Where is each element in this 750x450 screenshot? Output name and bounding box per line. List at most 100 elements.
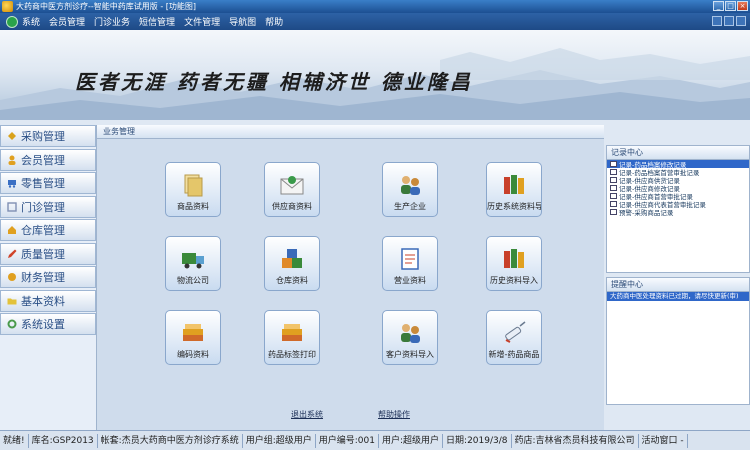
notice-panel: 提醒中心 大药商中医处理资料已过期，请尽快更新(审) xyxy=(606,277,750,405)
finance-icon xyxy=(8,273,16,281)
title-bar: 大药商中医方剂诊疗--智能中药库试用版 - [功能图] _ □ × xyxy=(0,0,750,13)
sidebar-item-members[interactable]: 会员管理 xyxy=(0,148,96,171)
sidebar-item-label: 系统设置 xyxy=(21,318,65,331)
menu-system[interactable]: 系统 xyxy=(22,15,40,28)
tile-legacy-system-import[interactable]: 历史系统资料导入 xyxy=(486,162,542,217)
help-operation-link[interactable]: 帮助操作 xyxy=(378,409,410,420)
tile-business-data[interactable]: 营业资料 xyxy=(382,236,438,291)
sidebar-item-label: 基本资料 xyxy=(21,294,65,308)
tile-product-data[interactable]: 商品资料 xyxy=(165,162,221,217)
tile-coding-data[interactable]: 编码资料 xyxy=(165,310,221,365)
tile-warehouse-data[interactable]: 仓库资料 xyxy=(264,236,320,291)
tile-label: 仓库资料 xyxy=(276,276,308,285)
sidebar-item-label: 质量管理 xyxy=(21,247,65,261)
mdi-controls xyxy=(712,16,746,26)
truck-icon xyxy=(182,253,204,269)
sidebar-item-label: 采购管理 xyxy=(21,130,65,143)
books-icon xyxy=(504,249,524,268)
sidebar-item-warehouse[interactable]: 仓库管理 xyxy=(0,219,96,241)
tile-label-printing[interactable]: 药品标签打印 xyxy=(264,310,320,365)
app-logo-icon xyxy=(6,15,18,28)
tile-label: 生产企业 xyxy=(394,202,426,211)
maximize-button[interactable]: □ xyxy=(725,1,736,11)
clinic-icon xyxy=(7,201,17,212)
pencil-icon xyxy=(8,249,17,258)
status-date: 日期:2019/3/8 xyxy=(443,433,512,448)
record-item[interactable]: 记录-供应商代表首营审批记录 xyxy=(607,200,749,208)
settings-icon xyxy=(7,319,17,329)
status-active-window[interactable]: 活动窗口 - xyxy=(639,433,688,448)
sidebar-item-label: 会员管理 xyxy=(21,153,65,167)
status-account-set: 帐套:杰员大药商中医方剂诊疗系统 xyxy=(98,433,243,448)
sidebar-item-retail[interactable]: 零售管理 xyxy=(0,172,96,194)
sidebar-item-finance[interactable]: 财务管理 xyxy=(0,266,96,288)
record-icon xyxy=(610,209,617,215)
member-icon xyxy=(8,155,16,165)
window-title: 大药商中医方剂诊疗--智能中药库试用版 - [功能图] xyxy=(16,2,196,11)
menu-members[interactable]: 会员管理 xyxy=(49,15,85,28)
tile-new-drug[interactable]: 新增-药品商品 xyxy=(486,310,542,365)
arrow-icon xyxy=(8,132,16,140)
record-label: 记录-供应商修改记录 xyxy=(619,185,680,192)
documents-icon xyxy=(184,174,203,197)
tile-label: 客户资料导入 xyxy=(386,350,434,359)
menu-clinic[interactable]: 门诊业务 xyxy=(94,15,130,28)
record-item[interactable]: 预警-采购商品记录 xyxy=(607,208,749,216)
people-icon xyxy=(401,176,420,195)
record-item[interactable]: 记录-药品档案修改记录 xyxy=(607,160,749,168)
sidebar-item-quality[interactable]: 质量管理 xyxy=(0,242,96,265)
sidebar-item-label: 仓库管理 xyxy=(21,224,65,237)
business-panel-header: 业务管理 xyxy=(97,125,604,139)
stack-icon xyxy=(183,324,203,341)
record-item[interactable]: 记录-供应商供货记录 xyxy=(607,176,749,184)
mdi-minimize-button[interactable] xyxy=(712,16,722,26)
record-item[interactable]: 记录-药品档案首营审批记录 xyxy=(607,168,749,176)
menu-bar: 系统 会员管理 门诊业务 短信管理 文件管理 导航图 帮助 xyxy=(0,13,750,30)
records-panel-header: 记录中心 xyxy=(607,146,749,160)
app-icon xyxy=(2,1,13,12)
record-label: 预警-采购商品记录 xyxy=(619,209,674,216)
status-pharmacy: 药店:吉林省杰员科技有限公司 xyxy=(512,433,639,448)
tile-history-import[interactable]: 历史资料导入 xyxy=(486,236,542,291)
sidebar-item-basic-data[interactable]: 基本资料 xyxy=(0,289,96,312)
record-icon xyxy=(610,193,617,199)
status-ready: 就绪! xyxy=(0,433,29,448)
tile-label: 药品标签打印 xyxy=(268,350,316,359)
banner-slogan: 医者无涯 药者无疆 相辅济世 德业隆昌 xyxy=(75,70,473,94)
record-item[interactable]: 记录-供应商修改记录 xyxy=(607,184,749,192)
minimize-button[interactable]: _ xyxy=(713,1,724,11)
mdi-close-button[interactable] xyxy=(736,16,746,26)
status-database: 库名:GSP2013 xyxy=(29,433,98,448)
close-button[interactable]: × xyxy=(737,1,748,11)
books-icon xyxy=(504,175,524,194)
sidebar-item-label: 财务管理 xyxy=(21,271,65,284)
menu-navigation[interactable]: 导航图 xyxy=(229,15,256,28)
notice-item[interactable]: 大药商中医处理资料已过期，请尽快更新(审) xyxy=(607,292,749,301)
status-user: 用户:超级用户 xyxy=(379,433,444,448)
menu-help[interactable]: 帮助 xyxy=(265,15,283,28)
mdi-restore-button[interactable] xyxy=(724,16,734,26)
record-icon xyxy=(610,201,617,207)
sidebar-item-purchasing[interactable]: 采购管理 xyxy=(0,125,96,147)
status-user-group: 用户组:超级用户 xyxy=(243,433,316,448)
tile-label: 编码资料 xyxy=(177,350,209,359)
sidebar-item-settings[interactable]: 系统设置 xyxy=(0,313,96,335)
menu-files[interactable]: 文件管理 xyxy=(184,15,220,28)
record-icon xyxy=(610,161,617,167)
record-item[interactable]: 记录-供应商首营审批记录 xyxy=(607,192,749,200)
clipboard-icon xyxy=(401,248,419,270)
warehouse-icon xyxy=(8,226,16,234)
sidebar-item-clinic[interactable]: 门诊管理 xyxy=(0,195,96,218)
exit-system-link[interactable]: 退出系统 xyxy=(291,409,323,420)
tile-supplier-data[interactable]: 供应商资料 xyxy=(264,162,320,217)
cart-icon xyxy=(8,180,16,188)
menu-sms[interactable]: 短信管理 xyxy=(139,15,175,28)
records-panel: 记录中心 记录-药品档案修改记录 记录-药品档案首营审批记录 记录-供应商供货记… xyxy=(606,145,750,273)
tile-manufacturer[interactable]: 生产企业 xyxy=(382,162,438,217)
tile-logistics-company[interactable]: 物流公司 xyxy=(165,236,221,291)
tile-label: 营业资料 xyxy=(394,276,426,285)
sidebar-item-label: 门诊管理 xyxy=(21,200,65,214)
people-icon xyxy=(401,324,420,343)
tile-customer-import[interactable]: 客户资料导入 xyxy=(382,310,438,365)
record-label: 记录-供应商首营审批记录 xyxy=(619,193,693,200)
